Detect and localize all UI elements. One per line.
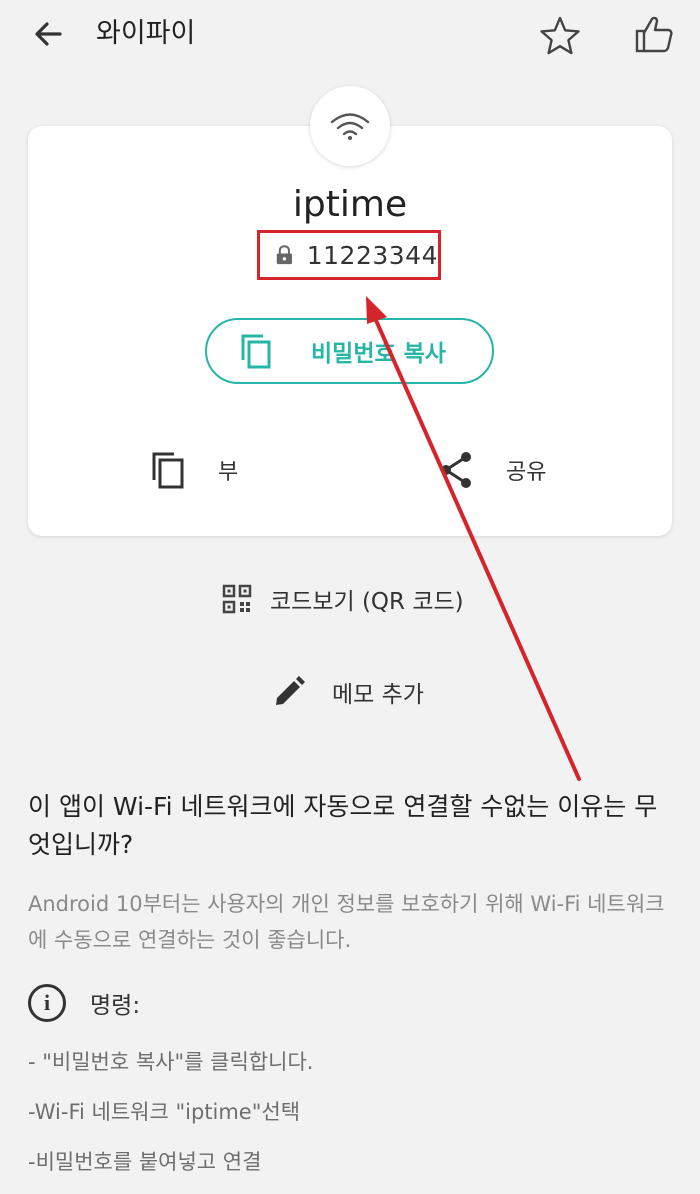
wifi-icon [330, 113, 370, 140]
view-qr-code-button[interactable]: 코드보기 (QR 코드) [222, 578, 464, 620]
memo-label: 메모 추가 [332, 682, 424, 708]
copy-icon [241, 334, 271, 369]
like-button[interactable] [630, 10, 678, 58]
favorite-button[interactable] [536, 12, 584, 60]
wifi-badge [310, 86, 390, 166]
copy-password-label: 비밀번호 복사 [311, 341, 446, 367]
info-icon: i [28, 984, 66, 1022]
copy-password-button[interactable]: 비밀번호 복사 [205, 318, 494, 384]
copy-label: 부 [218, 460, 239, 485]
pencil-icon [276, 676, 305, 705]
network-ssid: iptime [292, 184, 408, 225]
password-highlight: 11223344 [257, 230, 441, 280]
instructions-title: 명령: [90, 993, 141, 1019]
share-label: 공유 [506, 460, 547, 485]
qr-label: 코드보기 (QR 코드) [270, 589, 464, 615]
password-value: 11223344 [306, 240, 438, 270]
thumbs-up-icon [635, 16, 673, 53]
qr-code-icon [222, 584, 252, 614]
lock-icon [276, 245, 292, 265]
instructions-header: i 명령: [28, 982, 140, 1024]
top-app-bar: 와이파이 [0, 0, 700, 72]
faq-question: 이 앱이 Wi-Fi 네트워크에 자동으로 연결할 수없는 이유는 무엇입니까? [28, 792, 658, 859]
instruction-step: - "비밀번호 복사"를 클릭합니다. [28, 1050, 314, 1074]
faq-answer: Android 10부터는 사용자의 개인 정보를 보호하기 위해 Wi-Fi … [28, 892, 665, 952]
share-icon [441, 452, 471, 488]
add-memo-button[interactable]: 메모 추가 [272, 672, 424, 712]
share-button[interactable]: 공유 [438, 444, 546, 496]
instruction-step: -비밀번호를 붙여넣고 연결 [28, 1150, 262, 1174]
back-arrow-icon [35, 22, 62, 46]
copy-icon [152, 452, 184, 489]
instruction-step: -Wi-Fi 네트워크 "iptime"선택 [28, 1100, 301, 1124]
back-button[interactable] [28, 14, 68, 54]
copy-button[interactable]: 부 [150, 444, 238, 496]
page-title: 와이파이 [96, 18, 196, 49]
star-icon [540, 16, 580, 55]
